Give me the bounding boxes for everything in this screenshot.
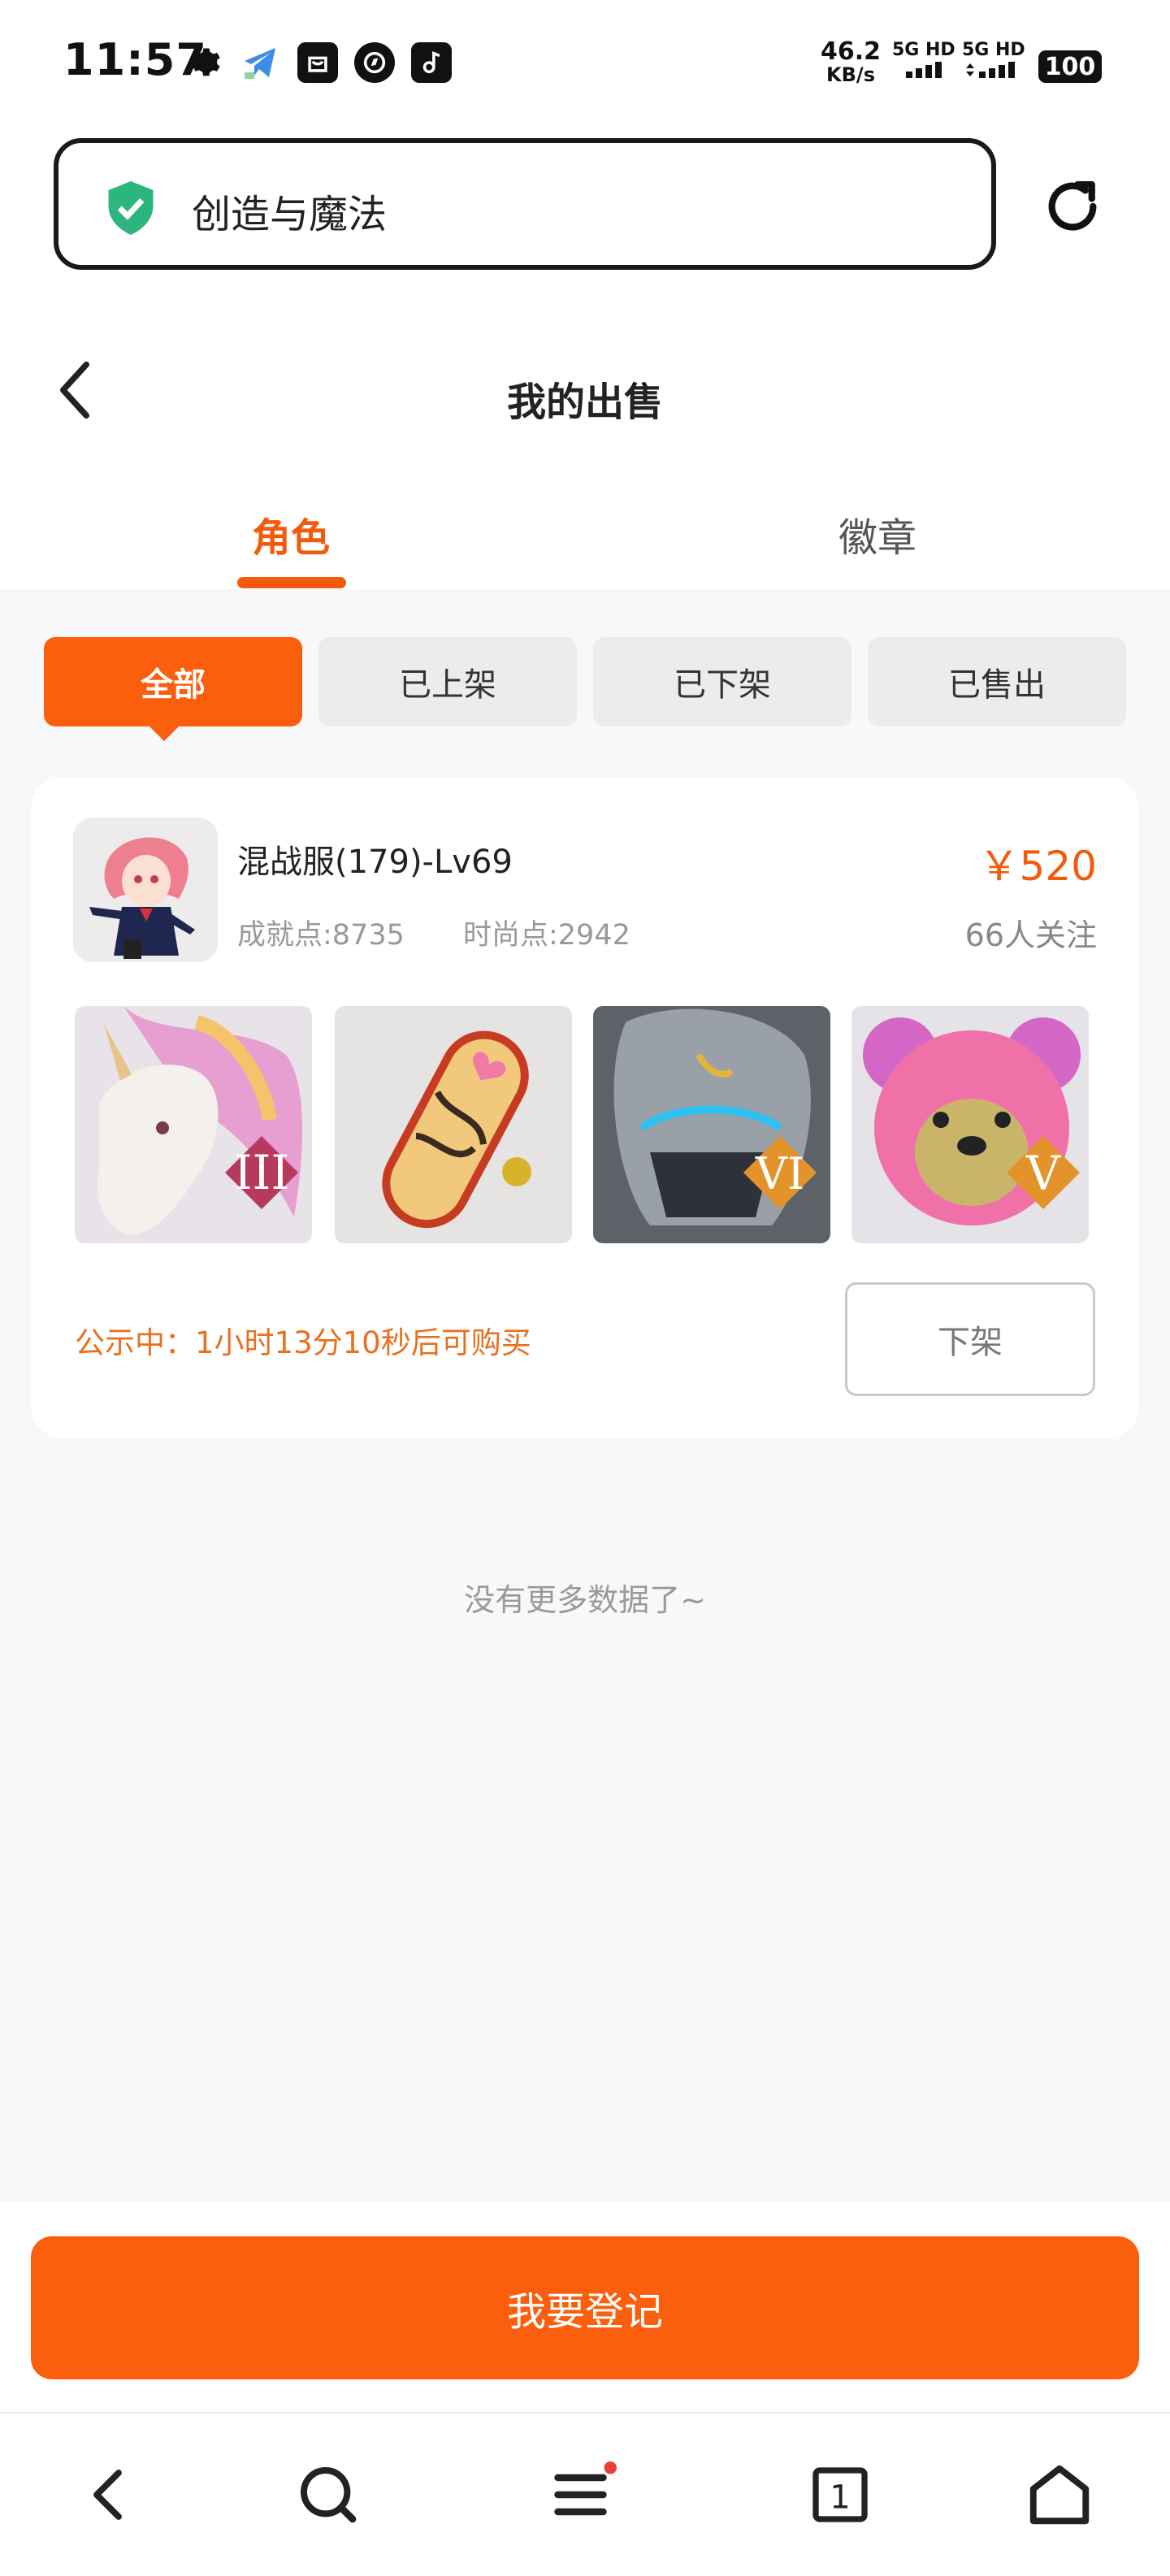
nav-tab-count: 1 <box>830 2479 850 2517</box>
nav-tabs-icon[interactable]: 1 <box>791 2446 889 2543</box>
item-tier-label: III <box>234 1145 290 1200</box>
net-speed-unit: KB/s <box>826 63 875 86</box>
item-skateboard[interactable] <box>335 1006 572 1243</box>
filter-listed[interactable]: 已上架 <box>318 637 577 726</box>
secure-shield-icon <box>104 179 158 241</box>
no-more-data: 没有更多数据了~ <box>464 1582 706 1618</box>
address-text[interactable]: 创造与魔法 <box>192 182 387 239</box>
filter-sold[interactable]: 已售出 <box>868 637 1126 726</box>
item-tier-label: V <box>1025 1146 1061 1201</box>
nav-back-icon[interactable] <box>60 2446 158 2543</box>
item-unicorn-mount[interactable]: III <box>75 1006 312 1243</box>
nav-menu-icon[interactable] <box>535 2446 632 2543</box>
item-pink-bear[interactable]: V <box>852 1006 1089 1243</box>
compass-icon <box>354 42 395 83</box>
filter-unlisted[interactable]: 已下架 <box>593 637 852 726</box>
telegram-icon <box>240 42 281 83</box>
network-speed: 46.2 KB/s <box>821 40 881 87</box>
net-speed-value: 46.2 <box>821 37 882 66</box>
public-notice: 公示中：1小时13分10秒后可购买 <box>75 1325 531 1360</box>
sim2-signal: 5G HD <box>962 41 1025 83</box>
sim1-signal: 5G HD <box>892 41 956 83</box>
nav-search-icon[interactable] <box>280 2446 377 2543</box>
music-icon <box>411 42 452 83</box>
reload-icon[interactable] <box>1042 176 1103 241</box>
bag-icon <box>297 42 338 83</box>
filter-pointer <box>146 723 182 741</box>
tab-badge[interactable]: 徽章 <box>756 505 999 562</box>
settings-icon <box>184 42 224 83</box>
register-button[interactable]: 我要登记 <box>31 2236 1139 2379</box>
battery-indicator: 100 <box>1038 50 1102 83</box>
fashion-points: 时尚点:2942 <box>463 919 630 952</box>
item-armored-beast[interactable]: VI <box>593 1006 830 1243</box>
character-avatar <box>73 817 218 962</box>
achievement-points: 成就点:8735 <box>237 919 405 952</box>
follower-count: 66人关注 <box>964 917 1097 953</box>
unlist-button[interactable]: 下架 <box>845 1282 1095 1396</box>
tab-role[interactable]: 角色 <box>169 505 413 562</box>
role-name: 混战服(179)-Lv69 <box>237 843 513 881</box>
sim2-label: 5G HD <box>962 40 1025 60</box>
sim1-label: 5G HD <box>892 40 956 60</box>
filter-all[interactable]: 全部 <box>44 637 302 726</box>
listing-price: ￥520 <box>978 843 1097 890</box>
signal-bars-icon <box>965 62 1015 78</box>
item-tier-label: VI <box>755 1148 804 1199</box>
page-title: 我的出售 <box>506 379 663 425</box>
nav-home-icon[interactable] <box>1011 2446 1108 2543</box>
signal-bars-icon <box>905 62 942 78</box>
tab-active-indicator <box>237 577 346 588</box>
